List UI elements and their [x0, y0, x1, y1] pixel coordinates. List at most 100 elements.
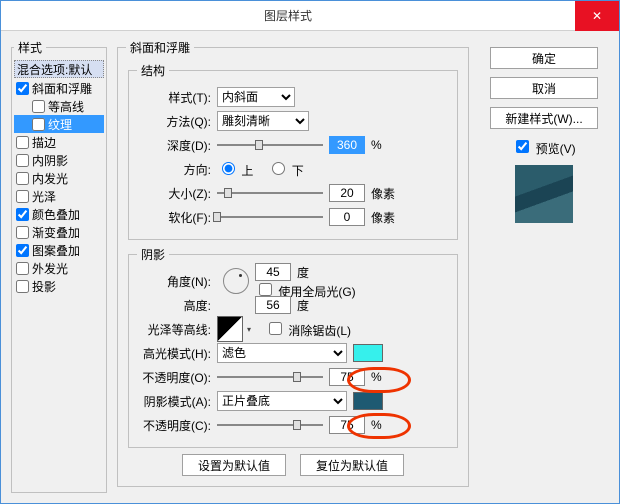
gloss-contour-picker[interactable] — [217, 316, 243, 342]
style-item-label: 颜色叠加 — [32, 206, 80, 223]
style-item[interactable]: 渐变叠加 — [14, 223, 104, 241]
hl-opacity-input[interactable] — [329, 368, 365, 386]
style-item-checkbox[interactable] — [16, 226, 29, 239]
depth-slider[interactable] — [217, 137, 323, 153]
window-title: 图层样式 — [1, 7, 575, 24]
style-item[interactable]: 斜面和浮雕 — [14, 79, 104, 97]
chevron-down-icon[interactable]: ▾ — [243, 325, 251, 334]
px-label: 像素 — [365, 185, 395, 202]
sh-mode-select[interactable]: 正片叠底 — [217, 391, 347, 411]
style-item-checkbox[interactable] — [16, 154, 29, 167]
ok-button[interactable]: 确定 — [490, 47, 598, 69]
style-item[interactable]: 图案叠加 — [14, 241, 104, 259]
style-item-checkbox[interactable] — [16, 262, 29, 275]
style-item-label: 外发光 — [32, 260, 68, 277]
px-label-2: 像素 — [365, 209, 395, 226]
style-item[interactable]: 颜色叠加 — [14, 205, 104, 223]
style-item-label: 内阴影 — [32, 152, 68, 169]
soften-input[interactable] — [329, 208, 365, 226]
style-item-checkbox[interactable] — [16, 244, 29, 257]
pct-label: % — [365, 138, 382, 152]
style-item-checkbox[interactable] — [16, 190, 29, 203]
gloss-contour-label: 光泽等高线: — [137, 321, 217, 338]
altitude-label: 高度: — [137, 297, 217, 314]
style-item-checkbox[interactable] — [32, 118, 45, 131]
style-item-checkbox[interactable] — [16, 82, 29, 95]
style-item-label: 内发光 — [32, 170, 68, 187]
sh-opacity-slider[interactable] — [217, 417, 323, 433]
style-item-checkbox[interactable] — [16, 208, 29, 221]
style-item-label: 投影 — [32, 278, 56, 295]
style-item[interactable]: 光泽 — [14, 187, 104, 205]
cancel-button[interactable]: 取消 — [490, 77, 598, 99]
style-item-label: 光泽 — [32, 188, 56, 205]
layer-style-dialog: 图层样式 ✕ 样式 混合选项:默认斜面和浮雕等高线纹理描边内阴影内发光光泽颜色叠… — [0, 0, 620, 504]
soften-slider[interactable] — [217, 209, 323, 225]
dir-up-radio[interactable]: 上 — [217, 159, 253, 179]
technique-select[interactable]: 雕刻清晰 — [217, 111, 309, 131]
make-default-button[interactable]: 设置为默认值 — [182, 454, 286, 476]
style-select[interactable]: 内斜面 — [217, 87, 295, 107]
depth-input[interactable] — [329, 136, 365, 154]
hl-mode-select[interactable]: 滤色 — [217, 343, 347, 363]
hl-color-swatch[interactable] — [353, 344, 383, 362]
sh-mode-label: 阴影模式(A): — [137, 393, 217, 410]
style-item-label: 渐变叠加 — [32, 224, 80, 241]
dir-down-radio[interactable]: 下 — [267, 159, 303, 179]
altitude-input[interactable] — [255, 296, 291, 314]
style-item[interactable]: 描边 — [14, 133, 104, 151]
structure-title: 结构 — [137, 62, 169, 79]
bevel-group: 斜面和浮雕 结构 样式(T): 内斜面 方法(Q): 雕刻清晰 深度(D): — [117, 39, 469, 487]
close-button[interactable]: ✕ — [575, 1, 619, 31]
sh-color-swatch[interactable] — [353, 392, 383, 410]
style-label: 样式(T): — [137, 89, 217, 106]
deg-label: 度 — [291, 264, 309, 281]
bevel-title: 斜面和浮雕 — [126, 39, 194, 56]
shading-group: 阴影 角度(N): 度 使用全局光(G) — [128, 246, 458, 448]
hl-opacity-slider[interactable] — [217, 369, 323, 385]
style-item-checkbox[interactable] — [32, 100, 45, 113]
style-item[interactable]: 内发光 — [14, 169, 104, 187]
preview-swatch — [515, 165, 573, 223]
style-item-checkbox[interactable] — [16, 136, 29, 149]
style-item-label: 描边 — [32, 134, 56, 151]
hl-opacity-label: 不透明度(O): — [137, 369, 217, 386]
style-item[interactable]: 纹理 — [14, 115, 104, 133]
options-panel: 斜面和浮雕 结构 样式(T): 内斜面 方法(Q): 雕刻清晰 深度(D): — [115, 39, 471, 493]
soften-label: 软化(F): — [137, 209, 217, 226]
style-item-label: 图案叠加 — [32, 242, 80, 259]
technique-label: 方法(Q): — [137, 113, 217, 130]
sh-opacity-label: 不透明度(C): — [137, 417, 217, 434]
deg-label-2: 度 — [291, 297, 309, 314]
right-panel: 确定 取消 新建样式(W)... 预览(V) — [477, 39, 611, 493]
antialias-checkbox[interactable]: 消除锯齿(L) — [265, 319, 351, 339]
angle-dial[interactable] — [223, 268, 249, 294]
size-input[interactable] — [329, 184, 365, 202]
angle-input[interactable] — [255, 263, 291, 281]
style-item-checkbox[interactable] — [16, 280, 29, 293]
style-item-checkbox[interactable] — [16, 172, 29, 185]
angle-label: 角度(N): — [137, 273, 217, 290]
direction-label: 方向: — [137, 161, 217, 178]
style-item-label: 等高线 — [48, 98, 84, 115]
styles-header: 样式 — [14, 39, 46, 56]
blend-options-row[interactable]: 混合选项:默认 — [14, 60, 104, 78]
titlebar: 图层样式 ✕ — [1, 1, 619, 31]
new-style-button[interactable]: 新建样式(W)... — [490, 107, 598, 129]
reset-default-button[interactable]: 复位为默认值 — [300, 454, 404, 476]
size-label: 大小(Z): — [137, 185, 217, 202]
size-slider[interactable] — [217, 185, 323, 201]
style-item[interactable]: 等高线 — [14, 97, 104, 115]
style-item[interactable]: 外发光 — [14, 259, 104, 277]
shading-title: 阴影 — [137, 246, 169, 263]
close-icon: ✕ — [592, 9, 602, 23]
hl-mode-label: 高光模式(H): — [137, 345, 217, 362]
styles-panel: 样式 混合选项:默认斜面和浮雕等高线纹理描边内阴影内发光光泽颜色叠加渐变叠加图案… — [11, 39, 107, 493]
depth-label: 深度(D): — [137, 137, 217, 154]
style-item[interactable]: 投影 — [14, 277, 104, 295]
style-item[interactable]: 内阴影 — [14, 151, 104, 169]
style-item-label: 纹理 — [48, 116, 72, 133]
structure-group: 结构 样式(T): 内斜面 方法(Q): 雕刻清晰 深度(D): % — [128, 62, 458, 240]
sh-opacity-input[interactable] — [329, 416, 365, 434]
preview-checkbox[interactable]: 预览(V) — [512, 137, 575, 157]
